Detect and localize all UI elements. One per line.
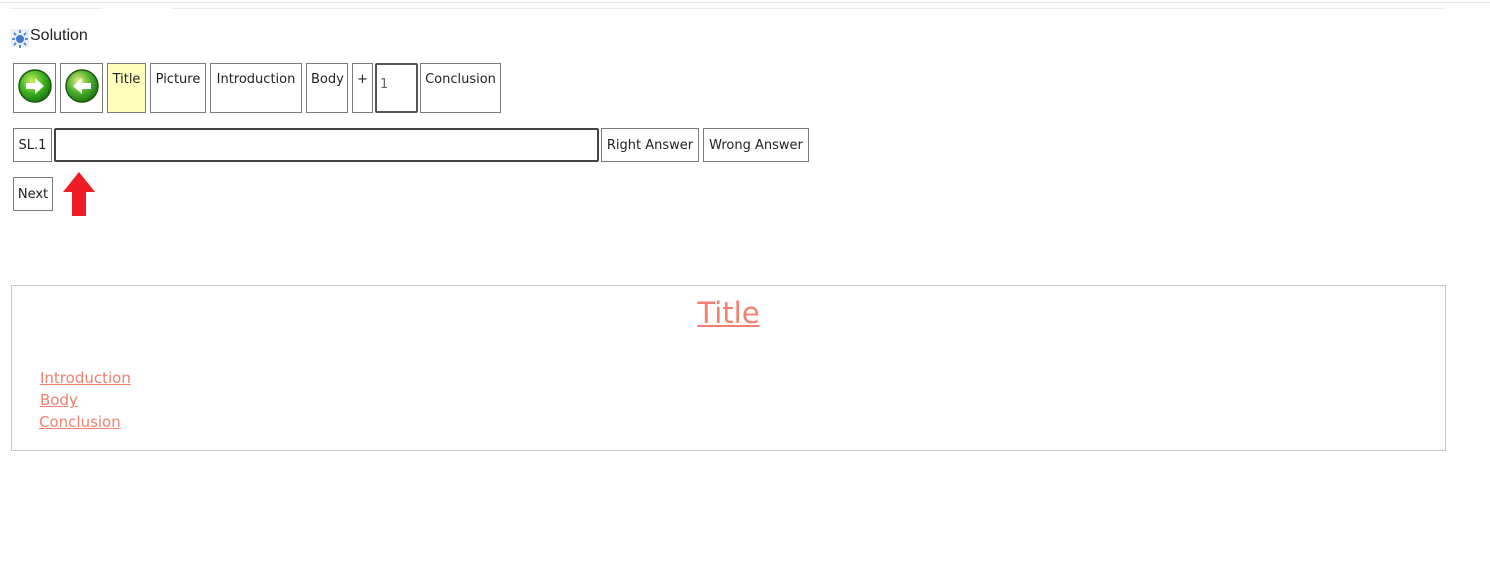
- wrong-answer-button[interactable]: Wrong Answer: [703, 128, 809, 162]
- answer-input[interactable]: [54, 128, 599, 162]
- solution-label: Solution: [30, 27, 88, 44]
- top-divider: [0, 2, 1490, 3]
- tab-strip-divider-right: [172, 8, 1445, 9]
- tab-strip-divider-left: [10, 8, 102, 9]
- tab-introduction[interactable]: Introduction: [210, 63, 302, 113]
- solution-header[interactable]: Solution: [10, 27, 88, 49]
- back-button[interactable]: [60, 63, 103, 113]
- tab-body[interactable]: Body: [306, 63, 348, 113]
- tab-picture[interactable]: Picture: [150, 63, 206, 113]
- tab-title[interactable]: Title: [107, 63, 146, 113]
- preview-body-link[interactable]: Body: [40, 391, 78, 409]
- preview-title-link[interactable]: Title: [12, 296, 1445, 330]
- red-up-arrow-icon: [62, 171, 96, 217]
- arrow-left-circle-icon: [64, 68, 100, 108]
- forward-button[interactable]: [13, 63, 56, 113]
- preview-conclusion-link[interactable]: Conclusion: [39, 413, 121, 431]
- add-body-button[interactable]: +: [352, 63, 373, 113]
- sun-icon: [10, 28, 30, 48]
- tab-conclusion[interactable]: Conclusion: [420, 63, 501, 113]
- slide-label-button[interactable]: SL.1: [13, 128, 52, 162]
- body-count-input[interactable]: 1: [375, 63, 418, 113]
- preview-introduction-link[interactable]: Introduction: [40, 369, 131, 387]
- arrow-right-circle-icon: [17, 68, 53, 108]
- preview-panel: Title Introduction Body Conclusion: [11, 285, 1446, 451]
- next-button[interactable]: Next: [13, 177, 53, 211]
- right-answer-button[interactable]: Right Answer: [601, 128, 699, 162]
